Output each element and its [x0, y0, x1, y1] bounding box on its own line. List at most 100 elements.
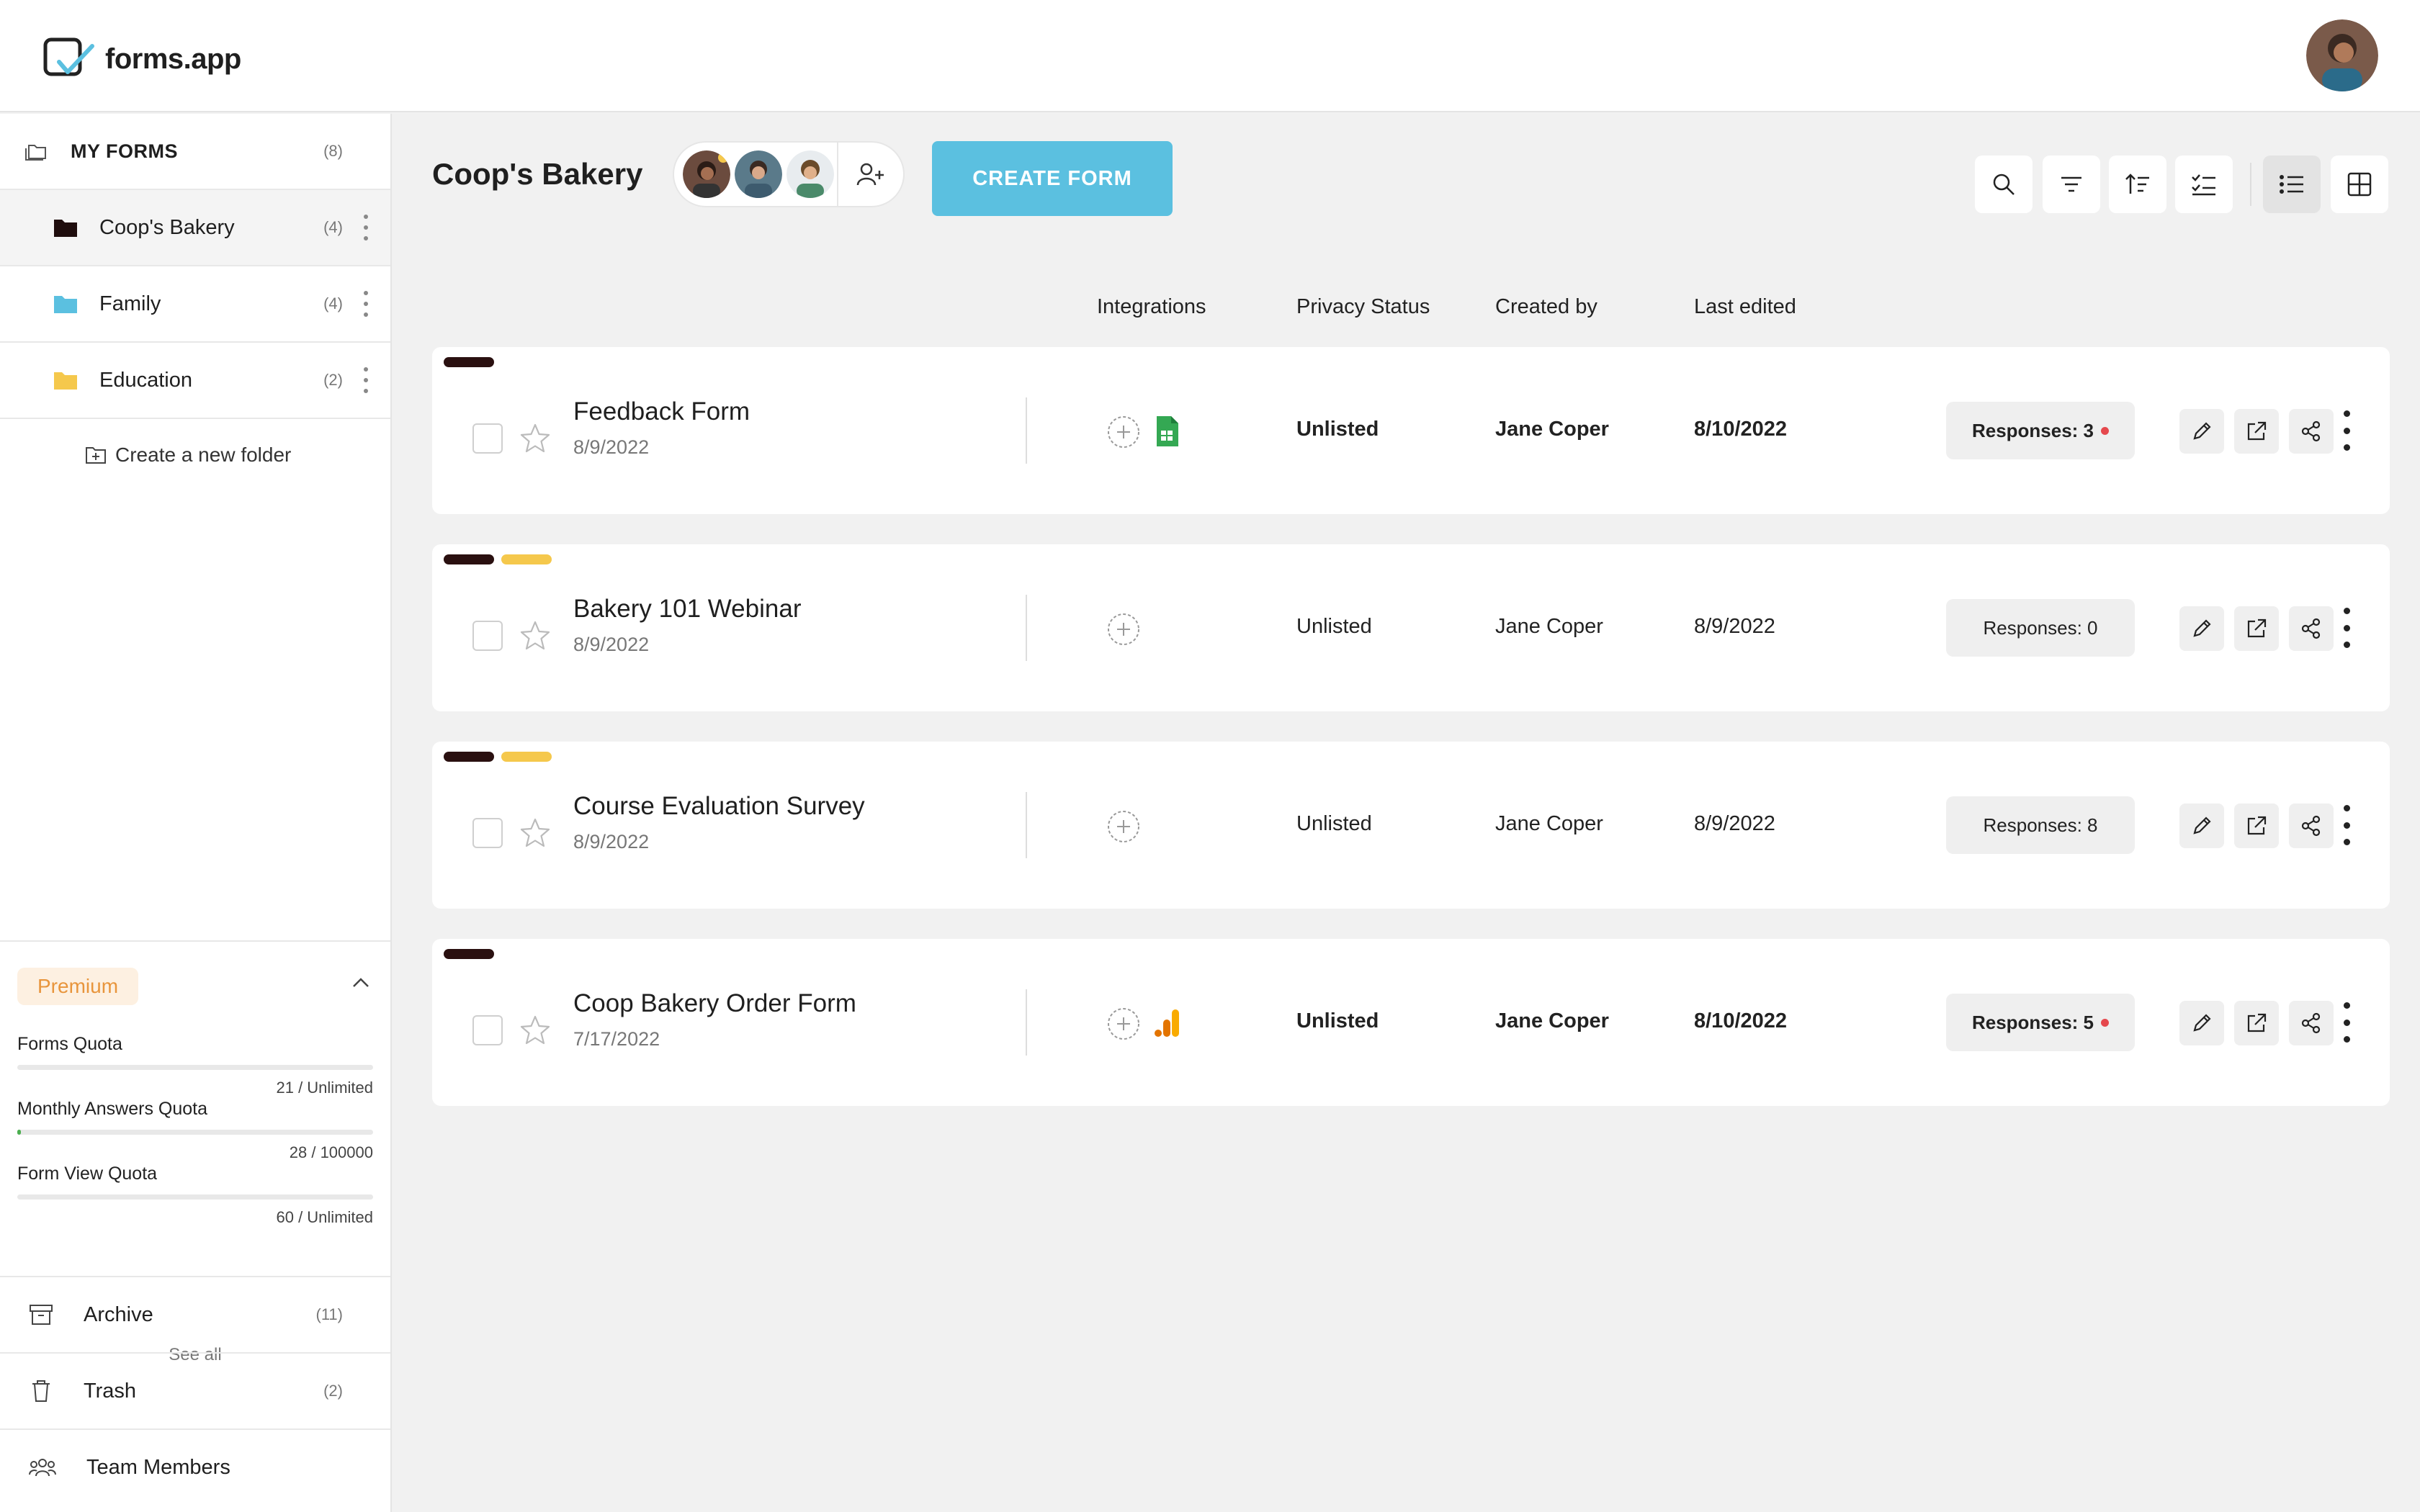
star-icon[interactable] — [519, 422, 552, 455]
created-by: Jane Coper — [1495, 418, 1609, 441]
share-icon — [2301, 618, 2321, 639]
edit-button[interactable] — [2179, 1001, 2224, 1045]
edit-button[interactable] — [2179, 409, 2224, 454]
quota-form-view: Form View Quota 60 / Unlimited — [17, 1164, 373, 1227]
responses-button[interactable]: Responses: 8 — [1946, 796, 2135, 854]
edit-button[interactable] — [2179, 606, 2224, 651]
collaborator-avatar[interactable] — [735, 150, 782, 198]
sidebar-item-label: Trash — [84, 1379, 137, 1403]
logo-icon — [43, 37, 94, 76]
collaborator-avatar[interactable] — [683, 150, 730, 198]
sidebar-item-my-forms[interactable]: MY FORMS (8) — [0, 114, 390, 190]
sidebar-folder-education[interactable]: Education (2) — [0, 343, 390, 419]
star-icon[interactable] — [519, 1014, 552, 1047]
sort-button[interactable] — [2109, 156, 2166, 213]
user-avatar[interactable] — [2306, 19, 2378, 91]
quota-bar — [17, 1130, 373, 1135]
privacy-status: Unlisted — [1296, 812, 1372, 835]
form-name[interactable]: Coop Bakery Order Form — [573, 989, 856, 1018]
add-integration-icon[interactable] — [1106, 612, 1141, 647]
folder-menu-icon[interactable] — [363, 367, 369, 393]
form-checkbox[interactable] — [472, 818, 503, 848]
more-options-icon[interactable] — [2338, 805, 2355, 845]
folder-menu-icon[interactable] — [363, 215, 369, 240]
pencil-icon — [2193, 1014, 2211, 1032]
trash-icon — [32, 1380, 50, 1402]
edit-button[interactable] — [2179, 804, 2224, 848]
sidebar-item-archive[interactable]: Archive (11) — [0, 1276, 390, 1352]
sidebar-item-trash[interactable]: Trash (2) — [0, 1352, 390, 1428]
form-card[interactable]: Bakery 101 Webinar 8/9/2022 Unlisted Jan… — [432, 544, 2390, 711]
quota-bar — [17, 1194, 373, 1200]
last-edited: 8/10/2022 — [1694, 418, 1788, 441]
filter-button[interactable] — [2043, 156, 2100, 213]
folders-icon — [25, 145, 46, 161]
add-integration-icon[interactable] — [1106, 809, 1141, 844]
create-folder-label: Create a new folder — [115, 444, 292, 466]
share-icon — [2301, 420, 2321, 442]
folder-icon — [54, 372, 77, 390]
list-view-button[interactable] — [2263, 156, 2321, 213]
collaborator-avatar[interactable] — [786, 150, 834, 198]
more-options-icon[interactable] — [2338, 1002, 2355, 1043]
logo-text: forms.app — [105, 42, 241, 75]
add-integration-icon[interactable] — [1106, 415, 1141, 449]
share-button[interactable] — [2289, 409, 2334, 454]
collaborators-group[interactable] — [673, 141, 905, 207]
form-checkbox[interactable] — [472, 621, 503, 651]
column-header-last-edited: Last edited — [1694, 295, 1796, 318]
form-checkbox[interactable] — [472, 1015, 503, 1045]
sidebar-folder-coops-bakery[interactable]: Coop's Bakery (4) — [0, 190, 390, 266]
open-form-button[interactable] — [2234, 1001, 2279, 1045]
responses-label: Responses: 8 — [1983, 814, 2098, 836]
sidebar-folder-family[interactable]: Family (4) — [0, 266, 390, 343]
grid-view-button[interactable] — [2331, 156, 2388, 213]
chevron-up-icon[interactable] — [350, 972, 372, 994]
pencil-icon — [2193, 816, 2211, 834]
form-name[interactable]: Feedback Form — [573, 397, 750, 426]
form-card[interactable]: Coop Bakery Order Form 7/17/2022 Unliste… — [432, 939, 2390, 1106]
folder-menu-icon[interactable] — [363, 291, 369, 317]
share-button[interactable] — [2289, 804, 2334, 848]
share-button[interactable] — [2289, 1001, 2334, 1045]
sidebar-item-team-members[interactable]: Team Members — [0, 1428, 390, 1505]
select-mode-button[interactable] — [2175, 156, 2233, 213]
form-name[interactable]: Course Evaluation Survey — [573, 792, 865, 821]
share-button[interactable] — [2289, 606, 2334, 651]
quota-title: Monthly Answers Quota — [17, 1099, 208, 1119]
search-button[interactable] — [1975, 156, 2033, 213]
form-checkbox[interactable] — [472, 423, 503, 454]
responses-button[interactable]: Responses: 5 — [1946, 994, 2135, 1051]
star-icon[interactable] — [519, 619, 552, 652]
star-icon[interactable] — [519, 816, 552, 850]
sidebar-item-label: Family — [99, 292, 161, 315]
open-form-button[interactable] — [2234, 804, 2279, 848]
create-form-button[interactable]: CREATE FORM — [932, 141, 1173, 216]
form-card[interactable]: Course Evaluation Survey 8/9/2022 Unlist… — [432, 742, 2390, 909]
created-by: Jane Coper — [1495, 1009, 1609, 1032]
pencil-icon — [2193, 422, 2211, 440]
app-logo[interactable]: forms.app — [43, 37, 241, 81]
google-analytics-icon[interactable] — [1152, 1007, 1181, 1040]
sidebar-item-count: (8) — [323, 142, 343, 160]
share-icon — [2301, 1012, 2321, 1034]
quota-value: 60 / Unlimited — [276, 1208, 373, 1226]
more-options-icon[interactable] — [2338, 608, 2355, 648]
folder-plus-icon — [86, 447, 106, 464]
open-form-button[interactable] — [2234, 409, 2279, 454]
form-tags — [444, 949, 494, 959]
form-date: 8/9/2022 — [573, 634, 650, 655]
add-collaborator-button[interactable] — [837, 143, 903, 206]
form-card[interactable]: Feedback Form 8/9/2022 Unlisted Jane Cop… — [432, 347, 2390, 514]
add-integration-icon[interactable] — [1106, 1007, 1141, 1041]
google-sheets-icon[interactable] — [1152, 415, 1181, 448]
unread-dot — [2101, 1018, 2110, 1027]
create-folder-button[interactable]: Create a new folder — [85, 444, 291, 467]
responses-button[interactable]: Responses: 3 — [1946, 402, 2135, 459]
form-name[interactable]: Bakery 101 Webinar — [573, 595, 801, 624]
open-form-button[interactable] — [2234, 606, 2279, 651]
created-by: Jane Coper — [1495, 615, 1603, 638]
more-options-icon[interactable] — [2338, 410, 2355, 451]
external-link-icon — [2247, 618, 2267, 638]
responses-button[interactable]: Responses: 0 — [1946, 599, 2135, 657]
